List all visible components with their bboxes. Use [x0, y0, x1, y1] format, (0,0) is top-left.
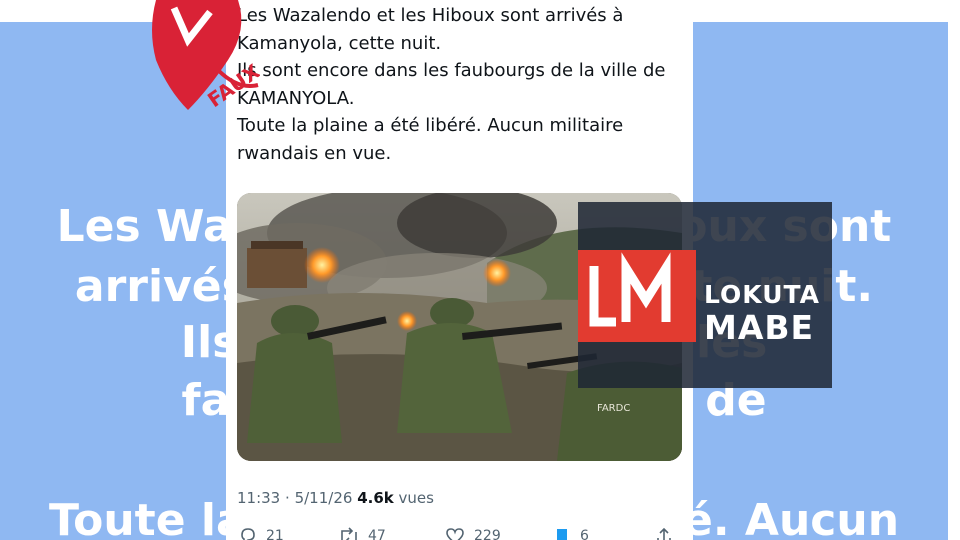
- tweet-line: rwandais en vue.: [237, 142, 392, 164]
- tweet-line: Toute la plaine a été libéré. Aucun mili…: [237, 115, 624, 136]
- faux-stamp-graphic: FAUX: [152, 0, 265, 112]
- lokuta-mabe-logo: LOKUTA MABE: [578, 202, 832, 388]
- views-count: 4.6k: [357, 489, 394, 507]
- logo-line-1: LOKUTA: [704, 280, 820, 309]
- heart-icon: [446, 528, 464, 540]
- tweet-meta: 11:33 · 5/11/26 4.6k vues: [237, 489, 434, 507]
- reply-icon: [241, 528, 255, 540]
- repost-count: 47: [368, 528, 386, 540]
- tweet-line: Les Wazalendo et les Hiboux sont arrivés…: [237, 5, 624, 26]
- repost-icon: [341, 527, 357, 540]
- faux-stamp: FAUX: [148, 0, 265, 120]
- lm-monogram-icon: [589, 252, 671, 327]
- views-label: vues: [398, 489, 434, 507]
- meta-separator: ·: [285, 489, 290, 507]
- tweet-actions: 21 47 229 6: [226, 526, 693, 540]
- reply-count: 21: [266, 528, 284, 540]
- like-count: 229: [474, 528, 501, 540]
- tweet-line: Kamanyola, cette nuit.: [237, 32, 442, 54]
- share-button[interactable]: [654, 526, 682, 540]
- fardc-badge: FARDC: [597, 403, 630, 414]
- tweet-time: 11:33: [237, 489, 281, 507]
- tweet-text: Les Wazalendo et les Hiboux sont arrivés…: [237, 2, 677, 167]
- logo-line-2: MABE: [704, 308, 815, 347]
- repost-button[interactable]: 47: [338, 526, 386, 540]
- bookmark-button[interactable]: 6: [552, 526, 589, 540]
- reply-button[interactable]: 21: [238, 526, 284, 540]
- bookmark-icon: [557, 529, 567, 540]
- share-icon: [657, 527, 671, 540]
- tweet-date: 5/11/26: [294, 489, 353, 507]
- tweet-line: Ils sont encore dans les faubourgs de la…: [237, 60, 666, 81]
- tweet-line: KAMANYOLA.: [237, 87, 355, 109]
- bookmark-count: 6: [580, 528, 589, 540]
- like-button[interactable]: 229: [444, 526, 501, 540]
